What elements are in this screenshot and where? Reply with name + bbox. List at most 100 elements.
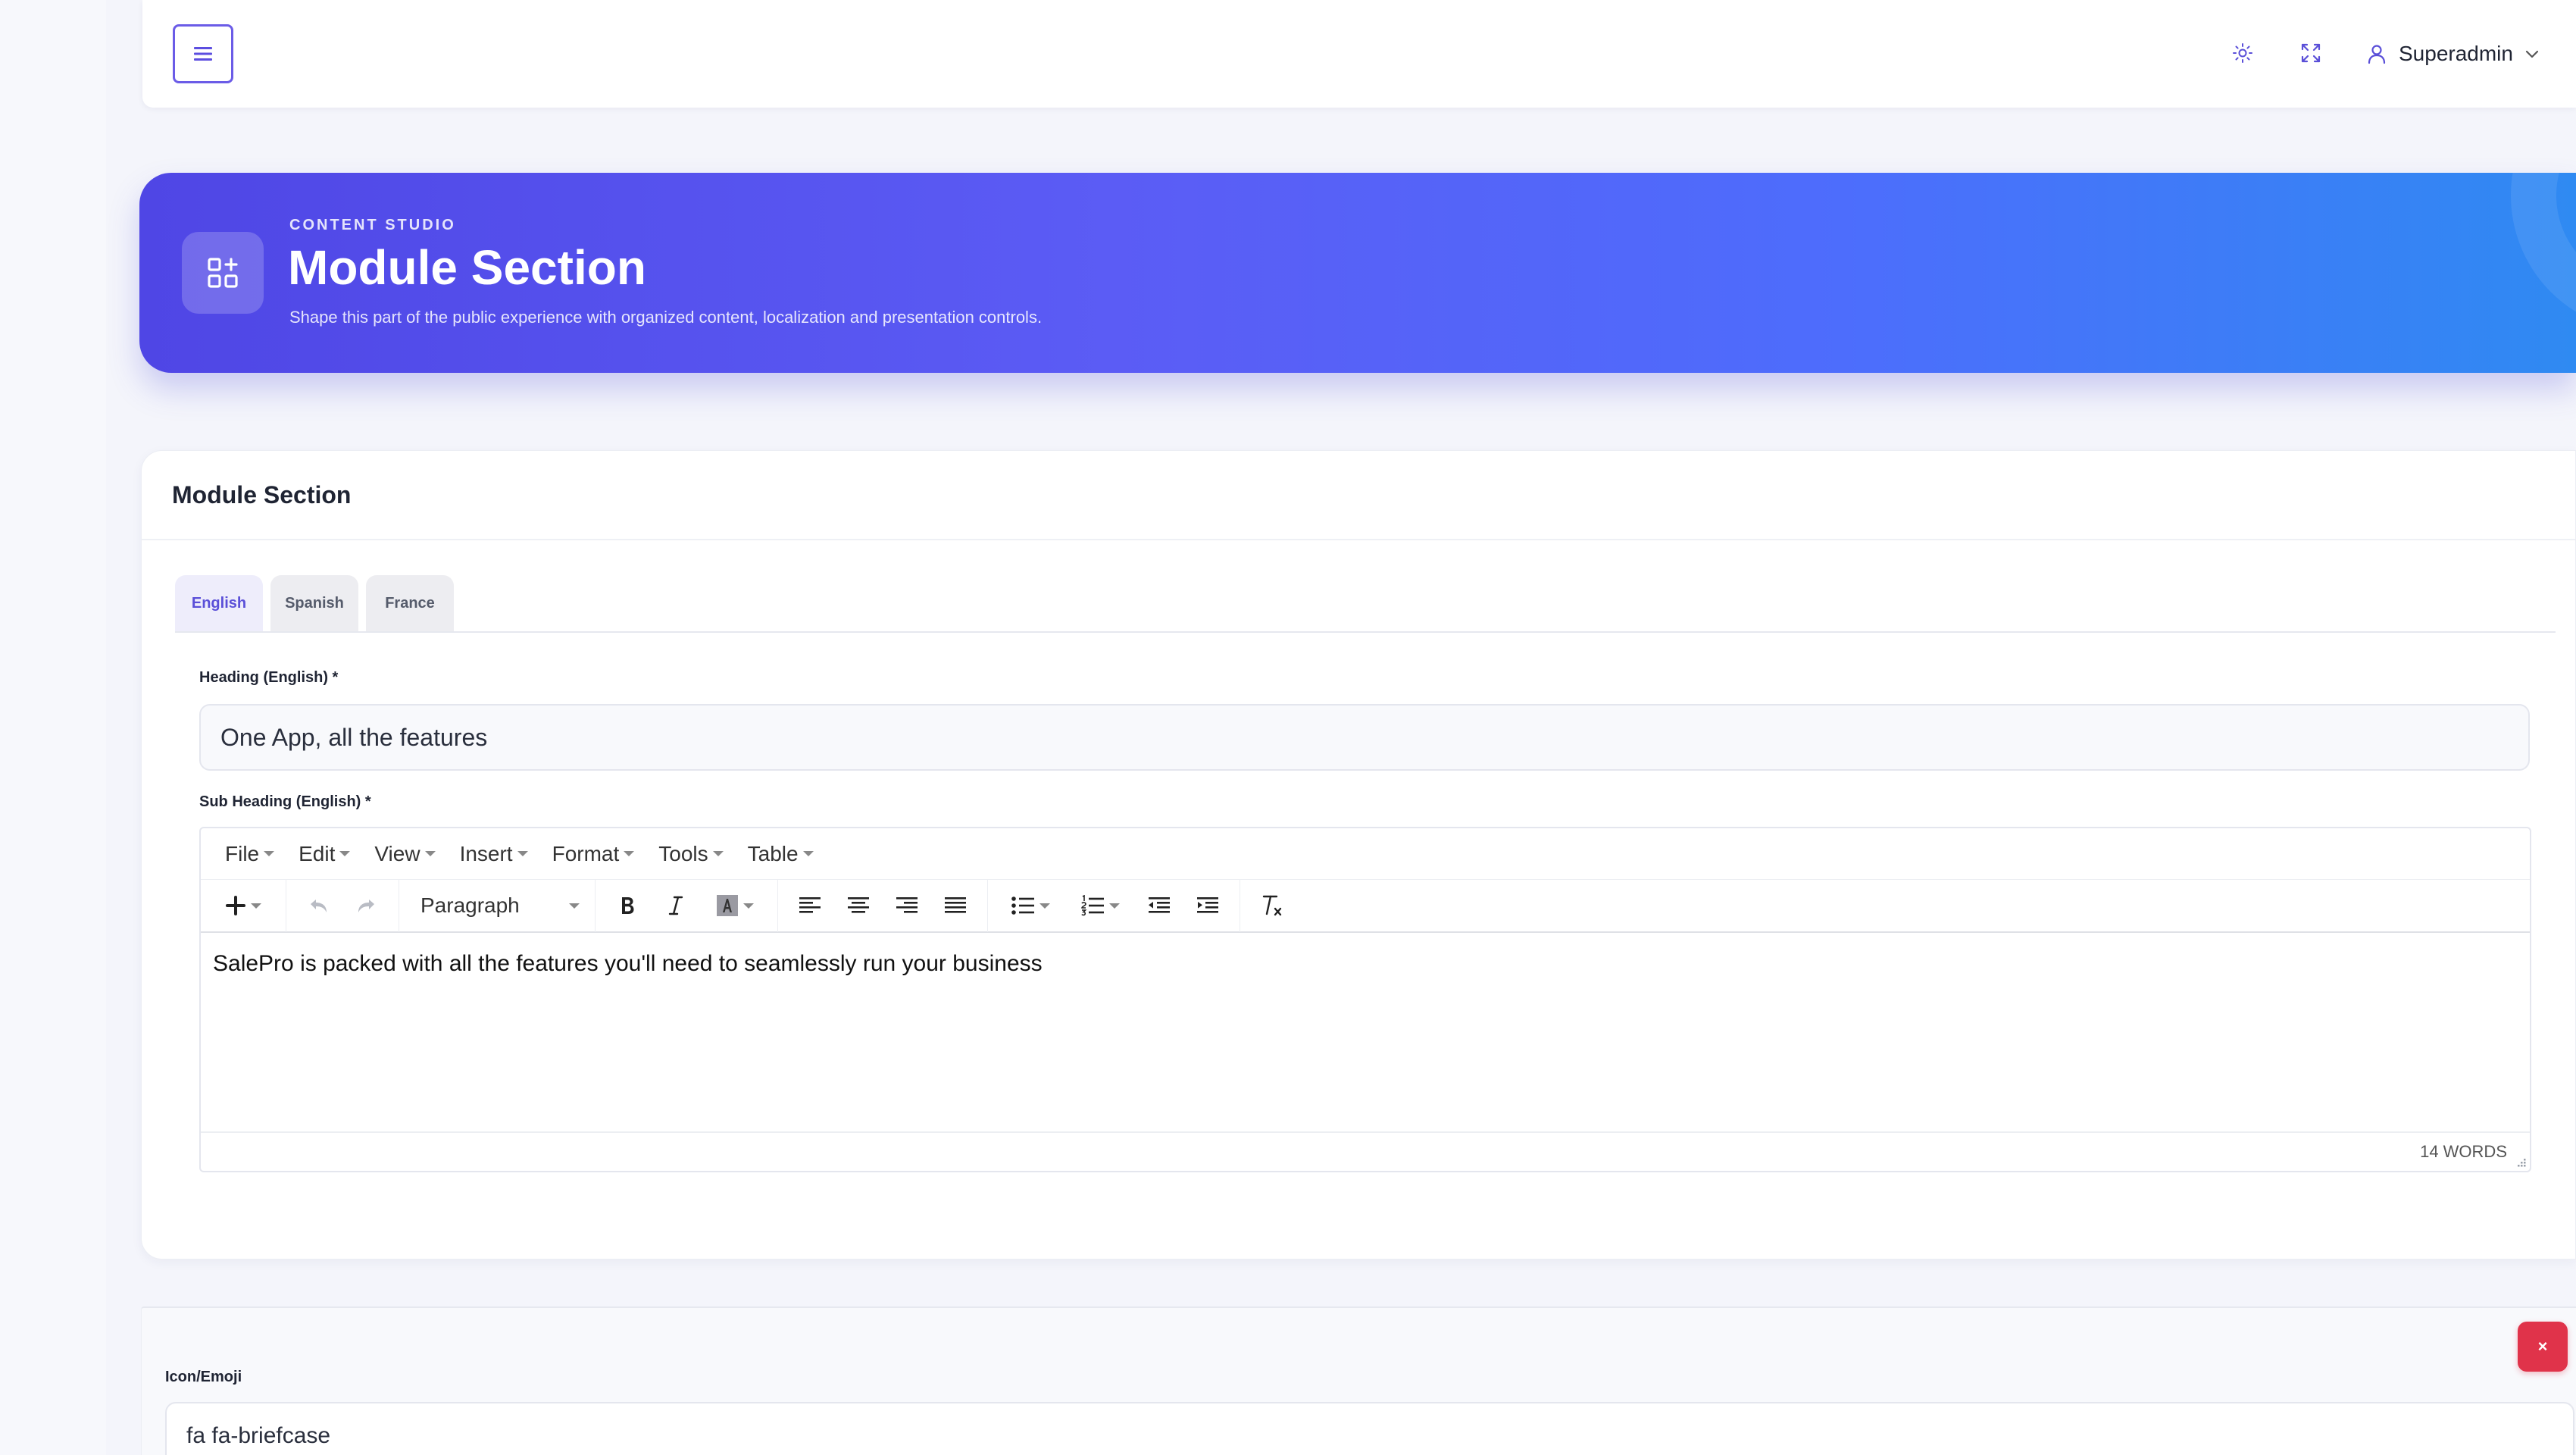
menu-view[interactable]: View [362,842,447,866]
clear-formatting-icon [1262,895,1282,916]
history-group [286,879,399,932]
user-name: Superadmin [2399,42,2513,65]
icon-emoji-label: Icon/Emoji [165,1369,242,1385]
redo-button[interactable] [342,884,391,927]
heading-label: Heading (English) * [199,669,339,686]
align-left-icon [799,897,821,913]
undo-icon [311,900,327,912]
block-format-group: Paragraph [399,879,596,932]
insert-button[interactable] [208,884,278,927]
align-right-button[interactable] [883,884,931,927]
bullet-list-icon [1011,896,1034,915]
menu-edit-label: Edit [299,841,336,865]
menu-file-label: File [225,841,260,865]
outdent-button[interactable] [1135,884,1183,927]
menu-table[interactable]: Table [736,842,826,866]
sun-icon [2233,43,2252,63]
user-icon [2368,45,2386,64]
text-style-group [596,879,778,932]
align-justify-icon [945,897,966,913]
tab-english[interactable]: English [175,575,263,631]
tabs-divider [175,631,2556,633]
caret-down-icon [569,903,580,909]
chevron-down-icon [2525,50,2539,58]
clear-format-group [1240,879,1304,932]
resize-handle-icon[interactable] [2513,1154,2527,1168]
text-color-icon [717,895,738,916]
expand-icon [2301,43,2321,63]
page-title: Module Section [288,240,646,295]
editor-toolbar: Paragraph [201,879,2530,933]
bold-icon [622,897,634,914]
fullscreen-button[interactable] [2297,39,2324,67]
caret-down-icon [1109,903,1120,909]
menu-toggle-button[interactable] [173,24,233,83]
caret-down-icon [339,851,351,856]
editor-menubar: File Edit View Insert Format Tools Table [201,828,2530,880]
language-tabs: English Spanish France [175,575,454,631]
heading-input[interactable] [199,704,2530,771]
subheading-label: Sub Heading (English) * [199,793,371,810]
align-center-icon [848,897,869,913]
editor-statusbar: 14 WORDS [201,1131,2530,1171]
decorative-ring [2511,173,2576,332]
sidebar-strip [0,0,106,1455]
menu-file[interactable]: File [213,842,286,866]
numbered-list-button[interactable] [1065,884,1135,927]
grid-plus-icon [208,258,238,288]
clear-formatting-button[interactable] [1248,884,1296,927]
align-justify-button[interactable] [931,884,980,927]
alignment-group [778,879,988,932]
insert-group [201,879,286,932]
icon-emoji-input[interactable] [165,1402,2574,1455]
undo-button[interactable] [294,884,342,927]
tab-france[interactable]: France [366,575,454,631]
hero-banner: CONTENT STUDIO Module Section Shape this… [139,173,2576,373]
redo-icon [358,900,374,912]
menu-tools-label: Tools [658,841,708,865]
caret-down-icon [624,851,635,856]
module-section-card: Module Section English Spanish France He… [141,450,2576,1259]
tab-spanish[interactable]: Spanish [270,575,358,631]
menu-tools[interactable]: Tools [646,842,735,866]
plus-icon [226,896,245,915]
menu-insert[interactable]: Insert [448,842,540,866]
caret-down-icon [251,903,261,909]
caret-down-icon [517,851,528,856]
hero-eyebrow: CONTENT STUDIO [289,217,456,233]
outdent-icon [1149,897,1170,913]
menu-table-label: Table [747,841,799,865]
menu-edit[interactable]: Edit [286,842,362,866]
bold-button[interactable] [603,884,652,927]
theme-toggle-button[interactable] [2229,39,2256,67]
caret-down-icon [802,851,814,856]
hero-subtitle: Shape this part of the public experience… [289,308,1043,327]
indent-button[interactable] [1183,884,1232,927]
align-center-button[interactable] [834,884,883,927]
align-right-icon [896,897,918,913]
block-format-select[interactable]: Paragraph [407,884,587,927]
caret-down-icon [264,851,275,856]
indent-icon [1197,897,1218,913]
card-title: Module Section [172,480,352,508]
hamburger-icon [194,47,212,61]
menu-view-label: View [374,841,420,865]
remove-item-button[interactable]: × [2518,1322,2568,1372]
caret-down-icon [712,851,724,856]
bullet-list-button[interactable] [996,884,1065,927]
editor-content[interactable]: SalePro is packed with all the features … [201,933,2530,1131]
text-color-button[interactable] [700,884,770,927]
word-count: 14 WORDS [2420,1142,2507,1161]
menu-format[interactable]: Format [540,842,647,866]
top-bar: Superadmin [142,0,2576,108]
numbered-list-icon [1081,895,1104,916]
italic-icon [668,896,683,915]
card-header: Module Section [142,451,2575,540]
list-group [988,879,1240,932]
align-left-button[interactable] [786,884,834,927]
menu-insert-label: Insert [459,841,513,865]
user-menu[interactable]: Superadmin [2367,36,2539,71]
caret-down-icon [743,903,754,909]
italic-button[interactable] [652,884,700,927]
caret-down-icon [424,851,436,856]
